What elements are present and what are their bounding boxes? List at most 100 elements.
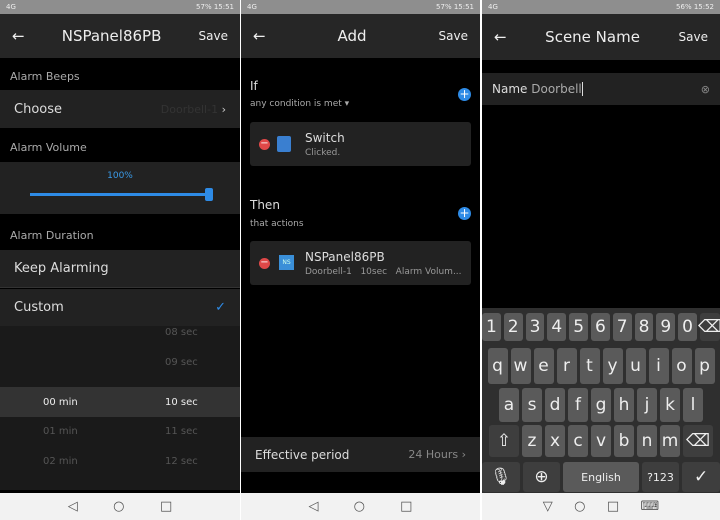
key-f[interactable]: f [568, 388, 588, 422]
action-name: NSPanel86PB [305, 250, 385, 264]
picker-second[interactable]: 12 sec [165, 456, 198, 467]
if-title: If [250, 79, 258, 93]
home-nav-icon[interactable]: ○ [354, 499, 365, 514]
picker-second-selected[interactable]: 10 sec [165, 397, 198, 408]
key-r[interactable]: r [556, 348, 577, 384]
key-g[interactable]: g [591, 388, 611, 422]
clear-input-icon[interactable]: ⊗ [701, 83, 710, 96]
duration-picker[interactable]: 08 sec 09 sec 00 min 10 sec 01 min 11 sec … [0, 326, 240, 490]
key-y[interactable]: y [602, 348, 623, 384]
key-5[interactable]: 5 [569, 313, 588, 341]
picker-second[interactable]: 09 sec [165, 357, 198, 368]
key-1[interactable]: 1 [482, 313, 501, 341]
key-w[interactable]: w [510, 348, 531, 384]
back-arrow-icon[interactable]: ← [253, 27, 266, 45]
action-detail: Doorbell-1 10sec Alarm Volum... [305, 267, 462, 277]
back-nav-icon[interactable]: ▽ [543, 499, 553, 514]
remove-condition-icon[interactable]: − [259, 139, 270, 150]
key-l[interactable]: l [683, 388, 703, 422]
key-2[interactable]: 2 [503, 313, 523, 341]
recents-nav-icon[interactable]: □ [400, 499, 412, 514]
scene-name-screen: 4G 56% 15:52 ← Scene Name Save Name Doorb… [482, 0, 720, 520]
section-alarm-duration: Alarm Duration [10, 229, 94, 242]
choose-value: Doorbell-1 [160, 102, 219, 116]
key-u[interactable]: u [625, 348, 646, 384]
key-k[interactable]: k [660, 388, 680, 422]
key-x[interactable]: x [545, 425, 565, 457]
key-a[interactable]: a [499, 388, 519, 422]
language-globe-key[interactable]: ⊕ [522, 462, 561, 492]
status-bar: 4G 56% 15:52 [482, 0, 720, 14]
key-z[interactable]: z [522, 425, 542, 457]
picker-second[interactable]: 08 sec [165, 327, 198, 338]
key-8[interactable]: 8 [634, 313, 654, 341]
symbols-key[interactable]: ?123 [641, 462, 680, 492]
microphone-key[interactable]: 🎙 [482, 462, 520, 492]
nav-bar: ◁ ○ □ [0, 493, 240, 520]
network-status: 4G [488, 3, 498, 11]
key-3[interactable]: 3 [525, 313, 545, 341]
save-button[interactable]: Save [679, 30, 708, 44]
remove-action-icon[interactable]: − [259, 258, 270, 269]
section-alarm-beeps: Alarm Beeps [10, 70, 80, 83]
condition-card[interactable]: − Switch Clicked. [250, 122, 471, 166]
effective-period-row[interactable]: Effective period 24 Hours › [241, 437, 480, 472]
key-e[interactable]: e [533, 348, 554, 384]
custom-option[interactable]: Custom ✓ [0, 289, 240, 326]
home-nav-icon[interactable]: ○ [113, 499, 124, 514]
battery-time: 56% 15:52 [676, 3, 714, 11]
volume-slider[interactable] [30, 193, 210, 196]
key-v[interactable]: v [591, 425, 611, 457]
key-6[interactable]: 6 [591, 313, 610, 341]
keep-alarming-label: Keep Alarming [14, 261, 109, 276]
key-c[interactable]: c [568, 425, 588, 457]
home-nav-icon[interactable]: ○ [574, 499, 585, 514]
name-input[interactable]: Doorbell [531, 82, 583, 96]
key-q[interactable]: q [487, 348, 508, 384]
picker-second[interactable]: 11 sec [165, 426, 198, 437]
save-button[interactable]: Save [199, 29, 228, 43]
condition-name: Switch [305, 131, 345, 145]
back-arrow-icon[interactable]: ← [494, 28, 507, 46]
volume-slider-handle[interactable] [205, 188, 213, 201]
key-4[interactable]: 4 [547, 313, 567, 341]
key-b[interactable]: b [614, 425, 634, 457]
recents-nav-icon[interactable]: □ [160, 499, 172, 514]
key-h[interactable]: h [614, 388, 634, 422]
key-d[interactable]: d [545, 388, 565, 422]
key-0[interactable]: 0 [678, 313, 697, 341]
key-t[interactable]: t [579, 348, 600, 384]
key-m[interactable]: m [660, 425, 680, 457]
key-j[interactable]: j [637, 388, 657, 422]
backspace-key[interactable]: ⌫ [698, 313, 720, 341]
key-p[interactable]: p [694, 348, 715, 384]
key-n[interactable]: n [637, 425, 657, 457]
enter-check-key[interactable]: ✓ [682, 462, 720, 492]
add-condition-button[interactable]: + [458, 88, 471, 101]
condition-mode-dropdown[interactable]: any condition is met ▾ [250, 99, 349, 109]
choose-label: Choose [14, 101, 62, 117]
key-7[interactable]: 7 [612, 313, 632, 341]
picker-minute[interactable]: 01 min [43, 426, 78, 437]
picker-minute-selected[interactable]: 00 min [43, 397, 78, 408]
key-s[interactable]: s [522, 388, 542, 422]
back-arrow-icon[interactable]: ← [12, 27, 25, 45]
action-card[interactable]: − NS NSPanel86PB Doorbell-1 10sec Alarm … [250, 241, 471, 285]
key-i[interactable]: i [648, 348, 669, 384]
key-o[interactable]: o [671, 348, 692, 384]
recents-nav-icon[interactable]: □ [607, 499, 619, 514]
space-key[interactable]: English [563, 462, 639, 492]
choose-row[interactable]: Choose Doorbell-1 › [0, 90, 240, 128]
picker-minute[interactable]: 02 min [43, 456, 78, 467]
shift-key[interactable]: ⇧ [489, 425, 519, 457]
backspace-key[interactable]: ⌫ [683, 425, 713, 457]
name-field[interactable]: Name Doorbell ⊗ [482, 73, 720, 105]
back-nav-icon[interactable]: ◁ [68, 499, 78, 514]
back-nav-icon[interactable]: ◁ [309, 499, 319, 514]
keyboard: 1 2 3 4 5 6 7 8 9 0 ⌫ qwertyuiop asdfghjkl ⇧ z x c v b n… [482, 308, 720, 493]
keyboard-hide-icon[interactable]: ⌨ [641, 499, 660, 514]
key-9[interactable]: 9 [656, 313, 676, 341]
keep-alarming-option[interactable]: Keep Alarming [0, 250, 240, 288]
save-button[interactable]: Save [439, 29, 468, 43]
add-action-button[interactable]: + [458, 207, 471, 220]
